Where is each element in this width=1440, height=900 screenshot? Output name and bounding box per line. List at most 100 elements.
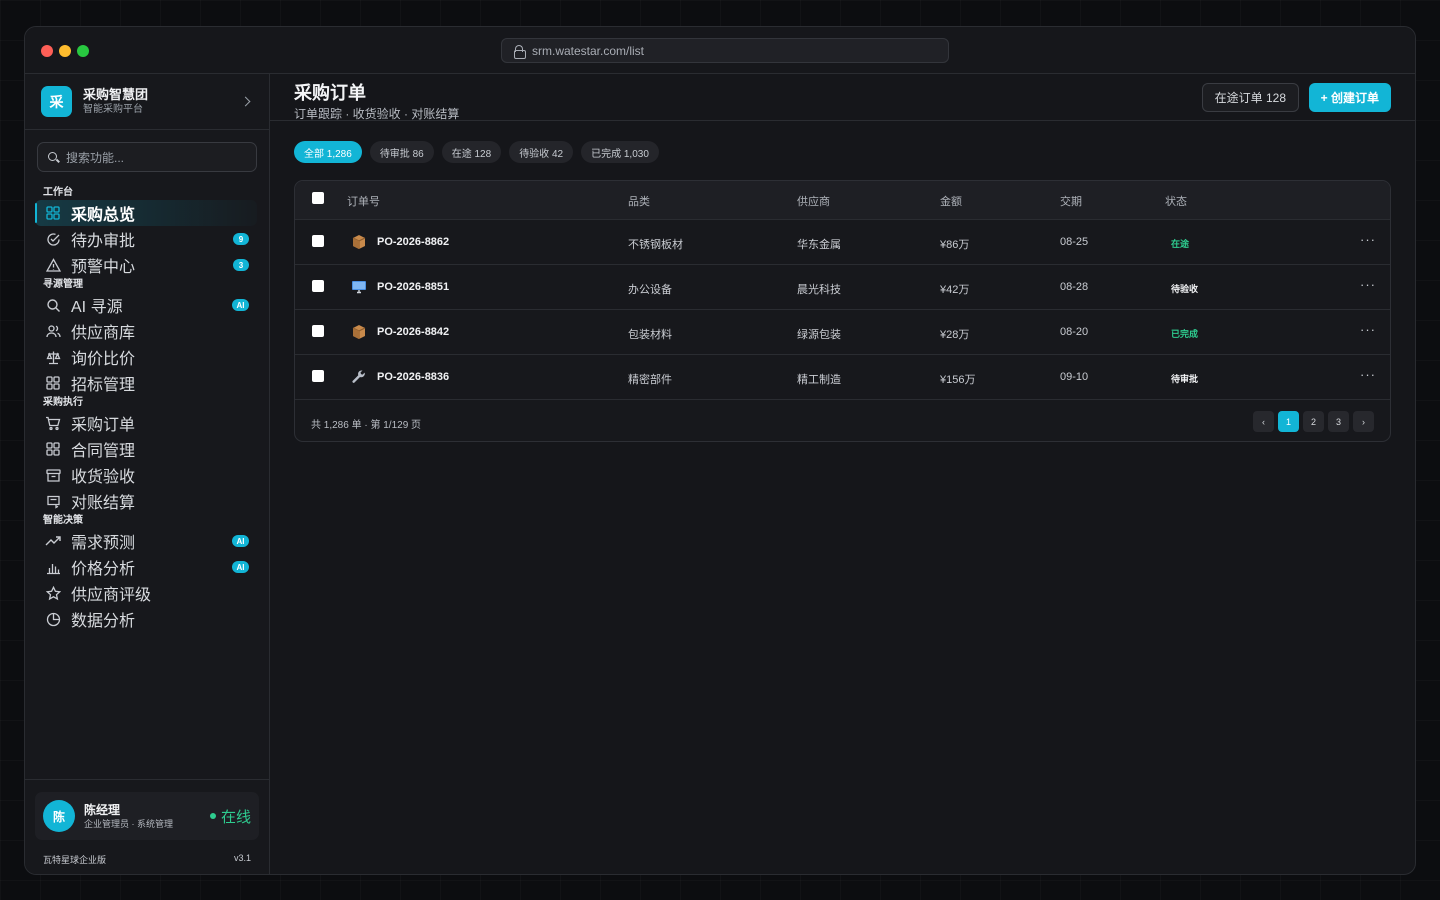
page-button[interactable]: 3 (1328, 411, 1349, 432)
next-page-button[interactable]: › (1353, 411, 1374, 432)
sidebar-item-label: 合同管理 (71, 443, 136, 460)
url-text: srm.watestar.com/list (532, 43, 645, 58)
close-window-button[interactable] (41, 45, 53, 57)
status-badge: 待审批 (1171, 374, 1199, 384)
sidebar-item[interactable]: 待办审批 9 (25, 226, 269, 252)
pagination-summary: 共 1,286 单 · 第 1/129 页 (311, 420, 422, 431)
page-subtitle: 订单跟踪 · 收货验收 · 对账结算 (294, 107, 460, 121)
brand-name: 采购智慧团 (83, 87, 149, 102)
search-placeholder: 搜索功能... (66, 150, 125, 165)
sidebar-item[interactable]: 对账结算 (25, 488, 269, 514)
category-cell: 不锈钢板材 (628, 239, 683, 251)
column-header-amount[interactable]: 金额 (940, 193, 962, 209)
order-number[interactable]: PO-2026-8836 (377, 371, 449, 383)
table-row[interactable]: PO-2026-8851 办公设备 晨光科技 ¥42万 08-28 待验收 ··· (295, 264, 1390, 309)
maximize-window-button[interactable] (77, 45, 89, 57)
sidebar-item[interactable]: 需求预测 AI (25, 528, 269, 554)
chevron-right-icon[interactable] (240, 96, 251, 107)
alert-triangle-icon (45, 257, 61, 273)
order-number[interactable]: PO-2026-8851 (377, 281, 449, 293)
page-button[interactable]: 1 (1278, 411, 1299, 432)
sidebar-item[interactable]: 采购总览 (35, 200, 257, 226)
search-input[interactable]: 搜索功能... (37, 142, 257, 172)
in-transit-orders-button[interactable]: 在途订单 128 (1201, 83, 1299, 112)
column-header-delivery[interactable]: 交期 (1060, 193, 1082, 209)
search-icon (48, 151, 59, 163)
category-cell: 包装材料 (628, 329, 672, 341)
table-row[interactable]: PO-2026-8836 精密部件 精工制造 ¥156万 09-10 待审批 ··· (295, 354, 1390, 399)
sidebar-footer: 陈 陈经理 企业管理员 · 系统管理 在线 瓦特星球企业版 v3.1 (25, 779, 269, 874)
nav-group-label: 智能决策 (43, 515, 83, 526)
row-checkbox[interactable] (312, 235, 324, 247)
version-label: v3.1 (233, 853, 251, 863)
minimize-window-button[interactable] (59, 45, 71, 57)
status-badge: 在途 (1171, 239, 1190, 249)
order-number[interactable]: PO-2026-8862 (377, 236, 449, 248)
wrench-icon (351, 369, 367, 385)
order-number[interactable]: PO-2026-8842 (377, 326, 449, 338)
filter-tab[interactable]: 在途 128 (441, 141, 502, 163)
sidebar-item-label: 采购总览 (71, 207, 136, 224)
more-actions-icon[interactable]: ··· (1360, 232, 1376, 247)
sidebar-item-label: 数据分析 (71, 613, 136, 630)
nav-group-label: 采购执行 (43, 397, 83, 408)
cart-icon (45, 415, 61, 431)
star-icon (45, 585, 61, 601)
pagination: ‹ 1 2 3 › (1253, 411, 1374, 432)
row-checkbox[interactable] (312, 325, 324, 337)
sidebar-item[interactable]: 招标管理 (25, 370, 269, 396)
sidebar-item[interactable]: 供应商库 (25, 318, 269, 344)
row-checkbox[interactable] (312, 280, 324, 292)
status-badge: 待验收 (1171, 284, 1199, 294)
column-header-category[interactable]: 品类 (628, 193, 650, 209)
filter-tab[interactable]: 已完成 1,030 (581, 141, 659, 163)
sidebar-item[interactable]: 供应商评级 (25, 580, 269, 606)
sidebar-item[interactable]: 询价比价 (25, 344, 269, 370)
sidebar-item-label: 供应商库 (71, 325, 136, 342)
address-bar[interactable]: srm.watestar.com/list (501, 38, 949, 63)
filter-tab[interactable]: 待验收 42 (509, 141, 574, 163)
column-header-po[interactable]: 订单号 (347, 193, 380, 209)
pie-chart-icon (45, 611, 61, 627)
table-row[interactable]: PO-2026-8862 不锈钢板材 华东金属 ¥86万 08-25 在途 ··· (295, 219, 1390, 264)
edition-label: 瓦特星球企业版 (43, 855, 107, 865)
sidebar-item[interactable]: 数据分析 (25, 606, 269, 632)
user-role: 企业管理员 · 系统管理 (84, 818, 173, 829)
online-dot-icon (209, 813, 216, 819)
status-badge: 已完成 (1171, 329, 1199, 339)
more-actions-icon[interactable]: ··· (1360, 367, 1376, 382)
sidebar-item[interactable]: 收货验收 (25, 462, 269, 488)
supplier-cell: 绿源包装 (797, 329, 841, 341)
sidebar-item[interactable]: 预警中心 3 (25, 252, 269, 278)
sidebar-item-label: 待办审批 (71, 233, 136, 250)
category-cell: 办公设备 (628, 284, 672, 296)
user-name: 陈经理 (84, 802, 121, 817)
user-card[interactable]: 陈 陈经理 企业管理员 · 系统管理 在线 (35, 792, 259, 840)
sidebar-item[interactable]: AI 寻源 AI (25, 292, 269, 318)
select-all-checkbox[interactable] (312, 192, 324, 204)
create-order-button[interactable]: + 创建订单 (1308, 83, 1391, 112)
more-actions-icon[interactable]: ··· (1360, 277, 1376, 292)
sidebar-item[interactable]: 合同管理 (25, 436, 269, 462)
amount-cell: ¥156万 (940, 374, 976, 386)
sidebar-item[interactable]: 采购订单 (25, 410, 269, 436)
row-checkbox[interactable] (312, 370, 324, 382)
sidebar-item-label: 询价比价 (71, 351, 136, 368)
supplier-cell: 精工制造 (797, 374, 841, 386)
prev-page-button[interactable]: ‹ (1253, 411, 1274, 432)
page-header: 采购订单 订单跟踪 · 收货验收 · 对账结算 在途订单 128 + 创建订单 (270, 74, 1415, 121)
sidebar-item-label: 收货验收 (71, 469, 136, 486)
filter-tab[interactable]: 待审批 86 (369, 141, 434, 163)
table-row[interactable]: PO-2026-8842 包装材料 绿源包装 ¥28万 08-20 已完成 ··· (295, 309, 1390, 354)
orders-table: 订单号 品类 供应商 金额 交期 状态 PO-2026-8862 不锈钢板材 华东金… (294, 180, 1391, 442)
column-header-supplier[interactable]: 供应商 (797, 193, 830, 209)
page-button[interactable]: 2 (1303, 411, 1324, 432)
sidebar-item-label: 价格分析 (71, 561, 136, 578)
more-actions-icon[interactable]: ··· (1360, 322, 1376, 337)
monitor-icon (351, 279, 367, 295)
filter-tab[interactable]: 全部 1,286 (294, 141, 362, 163)
column-header-status[interactable]: 状态 (1165, 193, 1187, 209)
brand-header[interactable]: 采 采购智慧团 智能采购平台 (25, 74, 269, 130)
sidebar-item[interactable]: 价格分析 AI (25, 554, 269, 580)
grid-icon (45, 375, 61, 391)
